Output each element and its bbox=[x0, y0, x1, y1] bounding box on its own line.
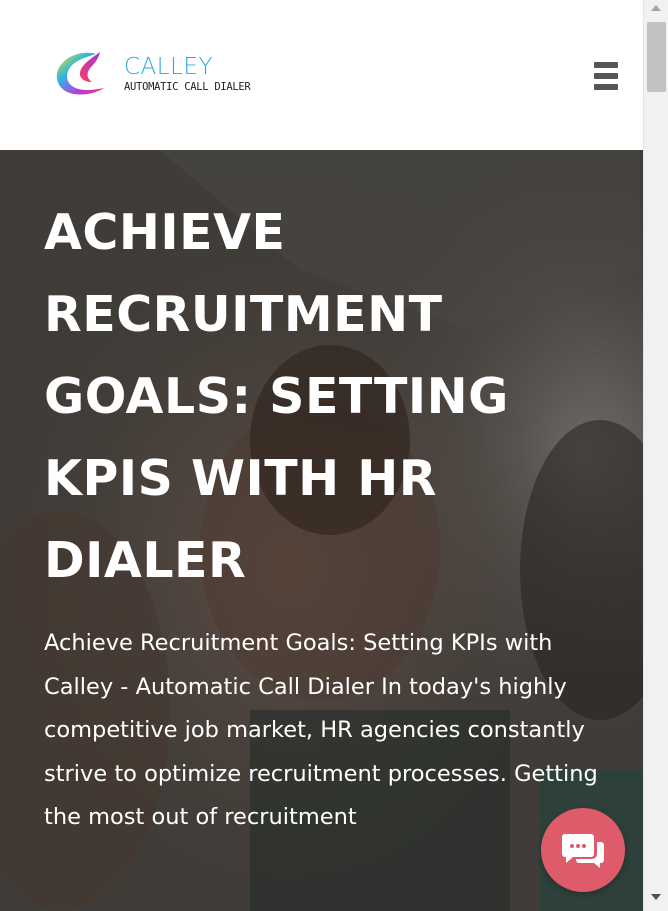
scrollbar-thumb[interactable] bbox=[647, 22, 666, 92]
hero-section: ACHIEVE RECRUITMENT GOALS: SETTING KPIS … bbox=[0, 150, 643, 911]
chat-widget-button[interactable] bbox=[541, 808, 625, 892]
hamburger-menu-icon[interactable] bbox=[594, 62, 620, 90]
hero-title: ACHIEVE RECRUITMENT GOALS: SETTING KPIS … bbox=[44, 204, 509, 589]
calley-logo-icon bbox=[56, 52, 104, 95]
logo-name: CALLEY bbox=[124, 54, 214, 80]
hero-intro-text: Achieve Recruitment Goals: Setting KPIs … bbox=[44, 630, 598, 830]
page: CALLEY AUTOMATIC CALL DIALER ACHIEVE REC… bbox=[0, 0, 643, 911]
menu-bar-bottom bbox=[594, 84, 618, 90]
calley-logo-link[interactable]: CALLEY AUTOMATIC CALL DIALER bbox=[52, 48, 251, 100]
menu-bar-middle bbox=[594, 73, 618, 79]
logo-text: CALLEY AUTOMATIC CALL DIALER bbox=[124, 54, 251, 94]
vertical-scrollbar[interactable] bbox=[643, 0, 668, 911]
logo-tagline: AUTOMATIC CALL DIALER bbox=[124, 81, 251, 93]
scroll-up-arrow-icon[interactable] bbox=[651, 5, 661, 11]
chat-bubble-icon bbox=[562, 834, 604, 868]
menu-bar-top bbox=[594, 62, 618, 68]
site-header: CALLEY AUTOMATIC CALL DIALER bbox=[0, 0, 643, 150]
scroll-down-arrow-icon[interactable] bbox=[651, 894, 661, 900]
